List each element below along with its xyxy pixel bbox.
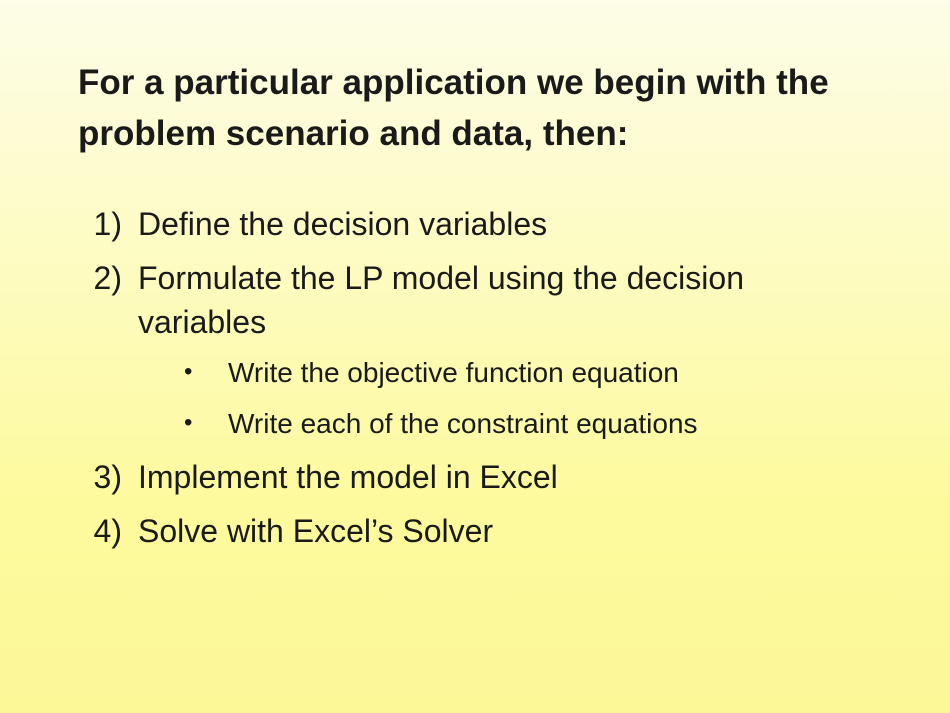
sub-list-item-text: Write the objective function equation bbox=[228, 357, 679, 388]
sub-list-item: Write each of the constraint equations bbox=[184, 405, 872, 444]
sub-list-item-text: Write each of the constraint equations bbox=[228, 408, 698, 439]
list-item: Formulate the LP model using the decisio… bbox=[78, 256, 872, 444]
list-item-text: Formulate the LP model using the decisio… bbox=[138, 260, 744, 340]
list-item: Solve with Excel’s Solver bbox=[78, 509, 872, 553]
list-item-text: Implement the model in Excel bbox=[138, 459, 558, 495]
numbered-list: Define the decision variables Formulate … bbox=[78, 202, 872, 554]
list-item-text: Define the decision variables bbox=[138, 206, 547, 242]
list-item: Implement the model in Excel bbox=[78, 455, 872, 499]
list-item: Define the decision variables bbox=[78, 202, 872, 246]
slide-title: For a particular application we begin wi… bbox=[78, 58, 872, 160]
sub-list: Write the objective function equation Wr… bbox=[138, 354, 872, 443]
sub-list-item: Write the objective function equation bbox=[184, 354, 872, 393]
list-item-text: Solve with Excel’s Solver bbox=[138, 513, 493, 549]
